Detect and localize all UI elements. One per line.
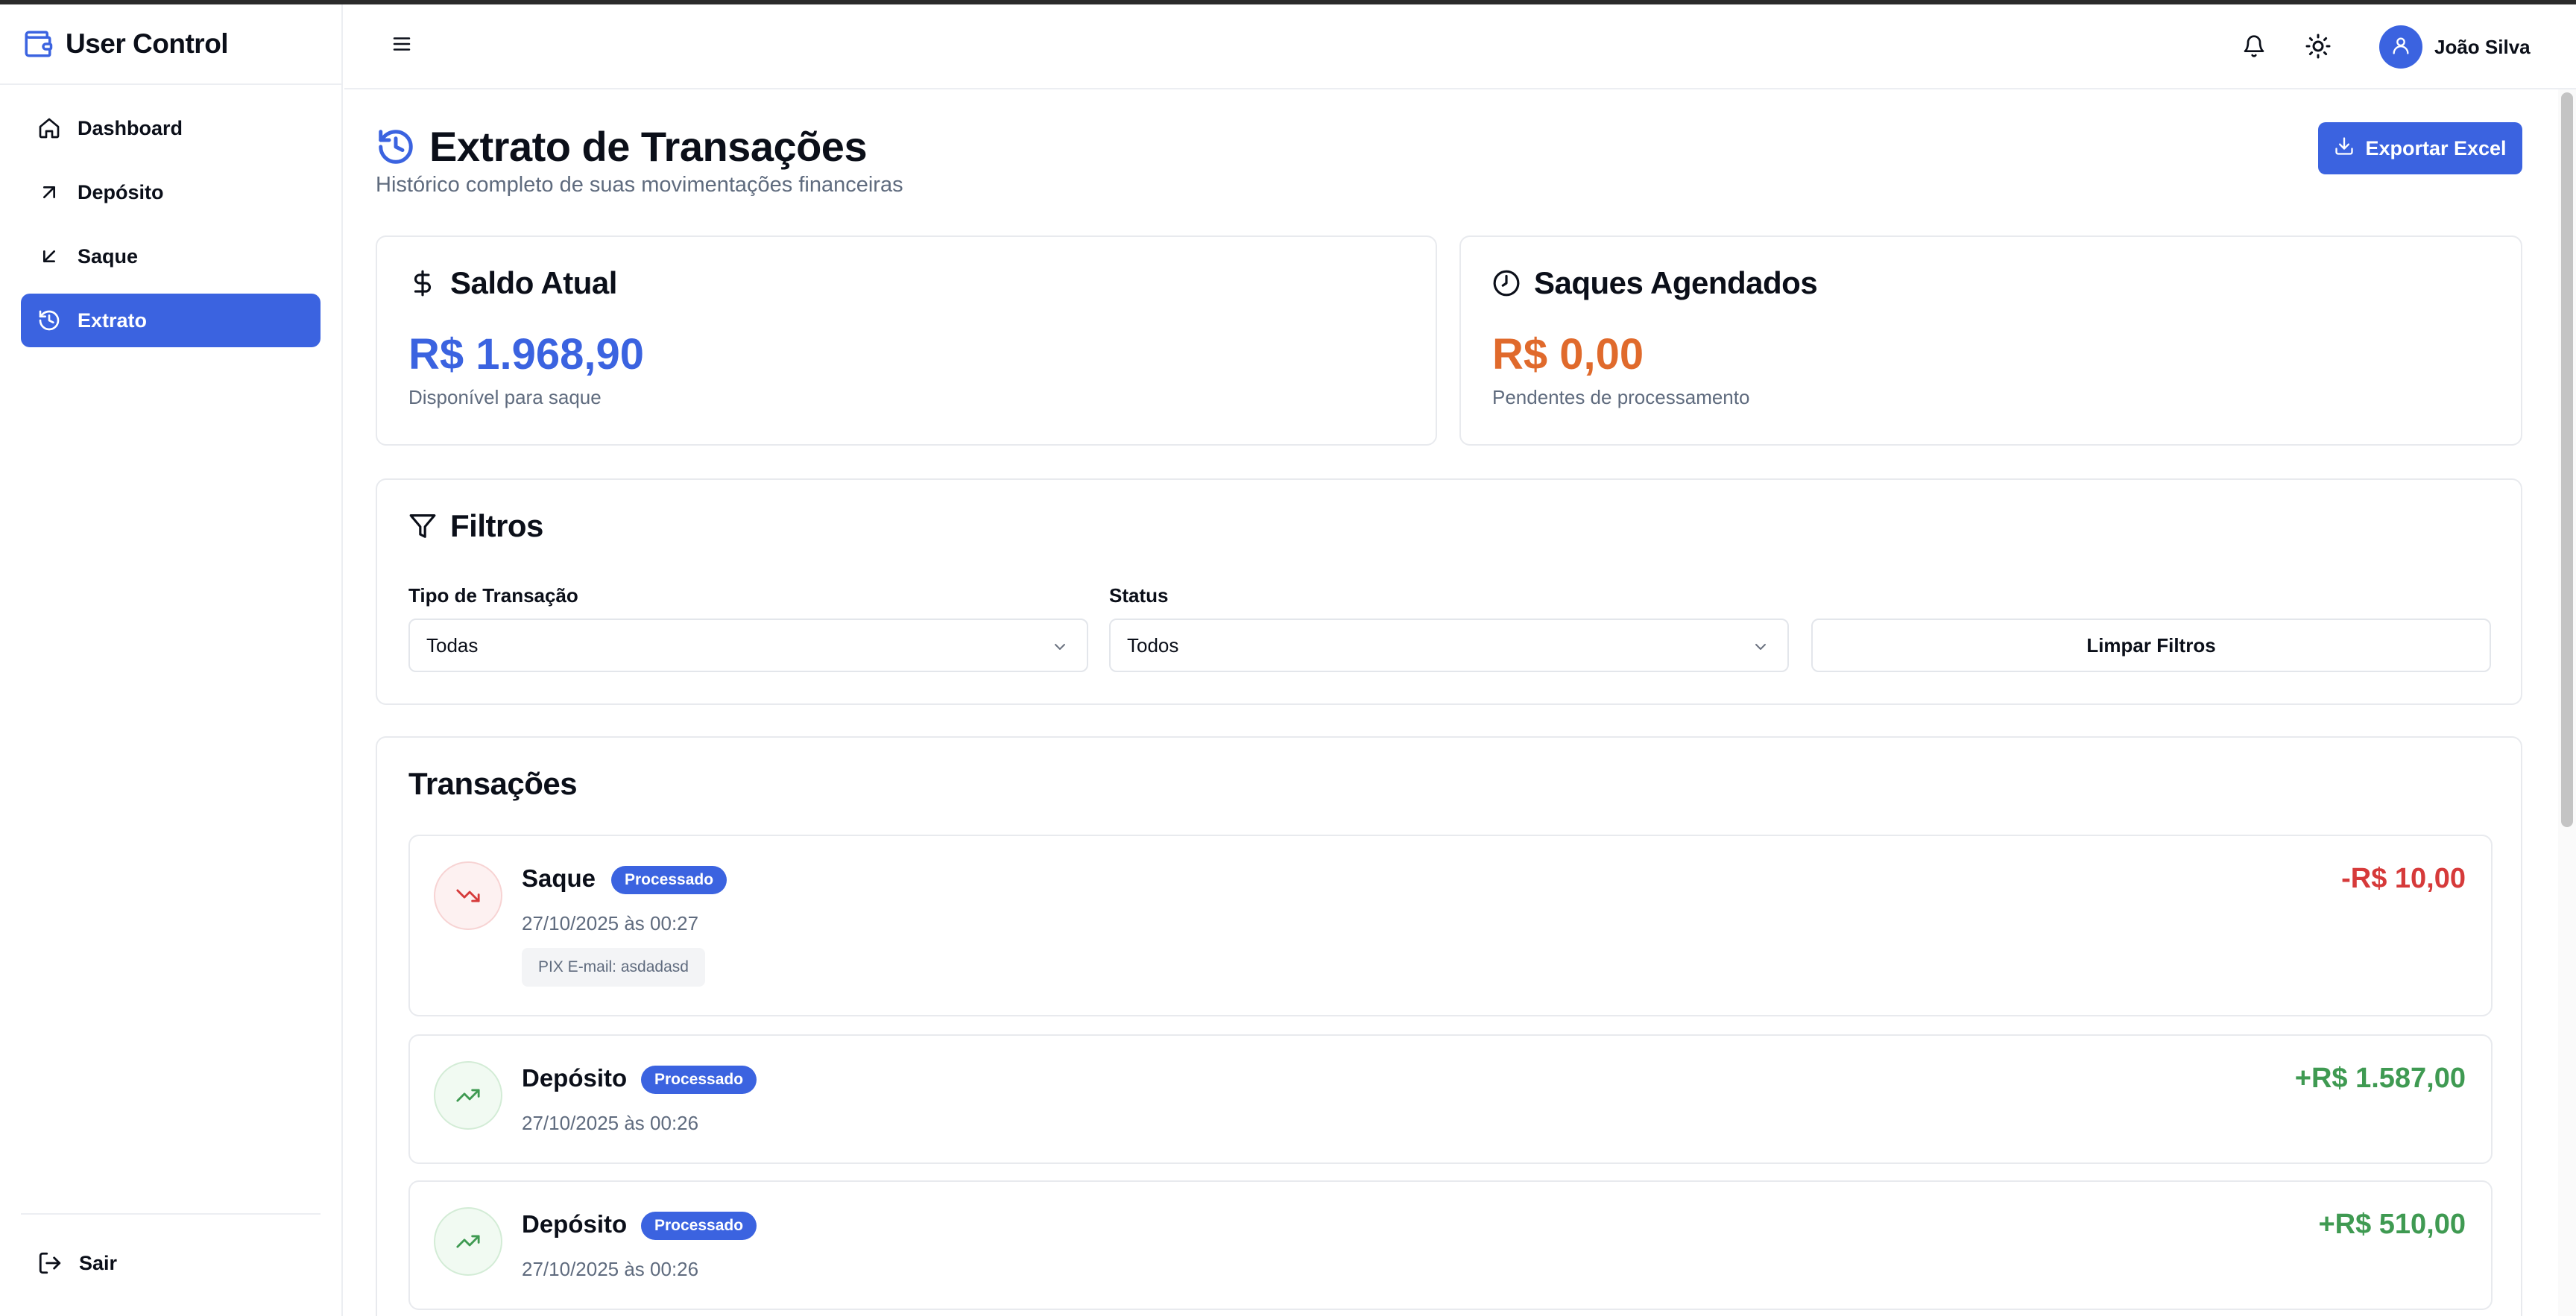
user-icon bbox=[2390, 35, 2411, 60]
transactions-card: Transações Saque Processado 27/10/2025 à… bbox=[376, 736, 2522, 1316]
transaction-item[interactable]: Saque Processado 27/10/2025 às 00:27 PIX… bbox=[408, 835, 2493, 1016]
user-name: João Silva bbox=[2434, 35, 2531, 58]
scheduled-value: R$ 0,00 bbox=[1492, 330, 1644, 379]
transaction-date: 27/10/2025 às 00:27 bbox=[522, 912, 699, 934]
transaction-amount: -R$ 10,00 bbox=[2341, 863, 2466, 894]
status-badge: Processado bbox=[611, 866, 727, 894]
wallet-icon bbox=[22, 28, 54, 60]
filter-icon bbox=[408, 512, 437, 540]
select-value: Todos bbox=[1127, 633, 1179, 657]
transaction-type: Depósito bbox=[522, 1210, 628, 1238]
status-badge: Processado bbox=[641, 1066, 757, 1094]
transaction-type-select[interactable]: Todas bbox=[408, 619, 1088, 672]
user-menu[interactable]: João Silva bbox=[2379, 25, 2531, 69]
transaction-type-label: Tipo de Transação bbox=[408, 584, 578, 607]
sun-icon bbox=[2305, 34, 2332, 63]
balance-value: R$ 1.968,90 bbox=[408, 330, 645, 379]
sidebar-item-extrato[interactable]: Extrato bbox=[21, 294, 321, 347]
trending-up-icon bbox=[434, 1207, 502, 1276]
transaction-item[interactable]: Depósito Processado 27/10/2025 às 00:26 … bbox=[408, 1034, 2493, 1164]
app-title: User Control bbox=[66, 28, 229, 59]
chevron-down-icon bbox=[1051, 638, 1069, 656]
page-title: Extrato de Transações bbox=[429, 123, 868, 170]
trending-down-icon bbox=[434, 861, 502, 930]
bell-icon bbox=[2242, 35, 2266, 61]
transaction-item[interactable]: Depósito Processado 27/10/2025 às 00:26 … bbox=[408, 1180, 2493, 1310]
sidebar-item-label: Dashboard bbox=[78, 116, 183, 139]
brand[interactable]: User Control bbox=[0, 4, 341, 85]
section-title: Transações bbox=[408, 766, 578, 801]
transaction-date: 27/10/2025 às 00:26 bbox=[522, 1112, 699, 1134]
logout-button[interactable]: Sair bbox=[37, 1250, 117, 1276]
transaction-amount: +R$ 510,00 bbox=[2318, 1209, 2466, 1240]
sidebar-item-label: Saque bbox=[78, 244, 139, 268]
transaction-type: Depósito bbox=[522, 1064, 628, 1092]
sidebar-item-saque[interactable]: Saque bbox=[21, 230, 321, 283]
filters-card: Filtros Tipo de Transação Todas Status T… bbox=[376, 478, 2522, 705]
card-title: Saques Agendados bbox=[1534, 265, 1818, 300]
card-header: Saldo Atual bbox=[408, 265, 617, 301]
scheduled-withdrawals-card: Saques Agendados R$ 0,00 Pendentes de pr… bbox=[1459, 235, 2522, 446]
export-label: Exportar Excel bbox=[2365, 136, 2507, 159]
menu-toggle-button[interactable] bbox=[391, 33, 417, 60]
sidebar-nav: Dashboard Depósito Saque Extrato bbox=[0, 85, 341, 347]
logout-icon bbox=[37, 1250, 63, 1276]
sidebar-item-label: Depósito bbox=[78, 180, 164, 203]
transaction-date: 27/10/2025 às 00:26 bbox=[522, 1258, 699, 1280]
arrow-up-right-icon bbox=[37, 180, 61, 204]
select-value: Todas bbox=[426, 633, 479, 657]
page-header: Extrato de Transações bbox=[376, 122, 868, 171]
dollar-icon bbox=[408, 269, 437, 297]
sidebar-footer: Sair bbox=[21, 1213, 321, 1316]
menu-icon bbox=[391, 37, 413, 58]
balance-caption: Disponível para saque bbox=[408, 386, 602, 408]
sidebar-item-label: Extrato bbox=[78, 309, 148, 332]
sidebar-item-dashboard[interactable]: Dashboard bbox=[21, 101, 321, 155]
card-title: Filtros bbox=[450, 508, 543, 543]
arrow-down-left-icon bbox=[37, 244, 61, 268]
scrollbar-thumb[interactable] bbox=[2561, 92, 2573, 827]
scheduled-caption: Pendentes de processamento bbox=[1492, 386, 1750, 408]
history-icon bbox=[37, 309, 61, 332]
theme-toggle-button[interactable] bbox=[2305, 33, 2332, 63]
history-icon bbox=[376, 127, 416, 167]
card-header: Saques Agendados bbox=[1492, 265, 1818, 301]
clock-icon bbox=[1492, 269, 1521, 297]
home-icon bbox=[37, 116, 61, 140]
export-excel-button[interactable]: Exportar Excel bbox=[2318, 122, 2522, 174]
sidebar-item-deposito[interactable]: Depósito bbox=[21, 165, 321, 219]
page-subtitle: Histórico completo de suas movimentações… bbox=[376, 173, 903, 197]
download-icon bbox=[2334, 136, 2355, 162]
transaction-amount: +R$ 1.587,00 bbox=[2294, 1063, 2466, 1094]
logout-label: Sair bbox=[79, 1251, 118, 1274]
transaction-note: PIX E-mail: asdadasd bbox=[522, 948, 705, 987]
clear-filters-button[interactable]: Limpar Filtros bbox=[1811, 619, 2491, 672]
top-header: João Silva bbox=[344, 4, 2576, 89]
card-header: Filtros bbox=[408, 508, 543, 544]
status-label: Status bbox=[1109, 584, 1169, 607]
status-badge: Processado bbox=[641, 1212, 757, 1240]
avatar bbox=[2379, 25, 2422, 69]
status-select[interactable]: Todos bbox=[1109, 619, 1789, 672]
balance-card: Saldo Atual R$ 1.968,90 Disponível para … bbox=[376, 235, 1437, 446]
sidebar: User Control Dashboard Depósito Saque Ex… bbox=[0, 4, 343, 1316]
notifications-button[interactable] bbox=[2242, 34, 2266, 62]
chevron-down-icon bbox=[1752, 638, 1770, 656]
trending-up-icon bbox=[434, 1061, 502, 1130]
transaction-type: Saque bbox=[522, 864, 596, 892]
card-title: Saldo Atual bbox=[450, 265, 617, 300]
